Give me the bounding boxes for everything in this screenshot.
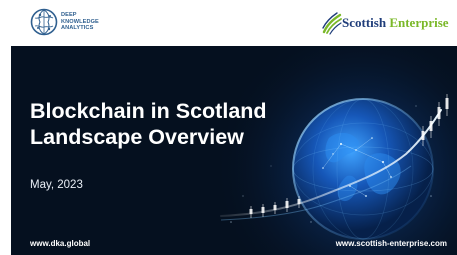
- globe-background-graphic: [11, 46, 457, 255]
- brain-globe-icon: [30, 8, 58, 36]
- scottish-enterprise-website-link[interactable]: www.scottish-enterprise.com: [336, 239, 447, 248]
- presentation-title: Blockchain in Scotland Landscape Overvie…: [30, 98, 267, 150]
- slide: DEEP KNOWLEDGE ANALYTICS Scottish Enterp…: [0, 0, 457, 255]
- wordmark-scottish: Scottish: [342, 15, 387, 30]
- dka-website-link[interactable]: www.dka.global: [30, 239, 90, 248]
- logo-header: DEEP KNOWLEDGE ANALYTICS Scottish Enterp…: [0, 0, 457, 45]
- scottish-enterprise-logo: Scottish Enterprise: [321, 11, 451, 35]
- dka-logo-text: DEEP KNOWLEDGE ANALYTICS: [61, 12, 99, 32]
- scottish-enterprise-wordmark: Scottish Enterprise: [342, 15, 449, 31]
- hero-banner: Blockchain in Scotland Landscape Overvie…: [11, 46, 457, 255]
- swirl-icon: [322, 12, 342, 35]
- dka-logo-line2: KNOWLEDGE: [61, 18, 99, 25]
- dka-logo-line3: ANALYTICS: [61, 25, 94, 32]
- wordmark-enterprise: Enterprise: [389, 15, 449, 30]
- title-line-1: Blockchain in Scotland: [30, 99, 267, 123]
- presentation-date: May, 2023: [30, 179, 83, 191]
- dka-logo-line1: DEEP: [61, 12, 77, 18]
- title-line-2: Landscape Overview: [30, 125, 244, 149]
- dka-logo: DEEP KNOWLEDGE ANALYTICS: [30, 5, 150, 41]
